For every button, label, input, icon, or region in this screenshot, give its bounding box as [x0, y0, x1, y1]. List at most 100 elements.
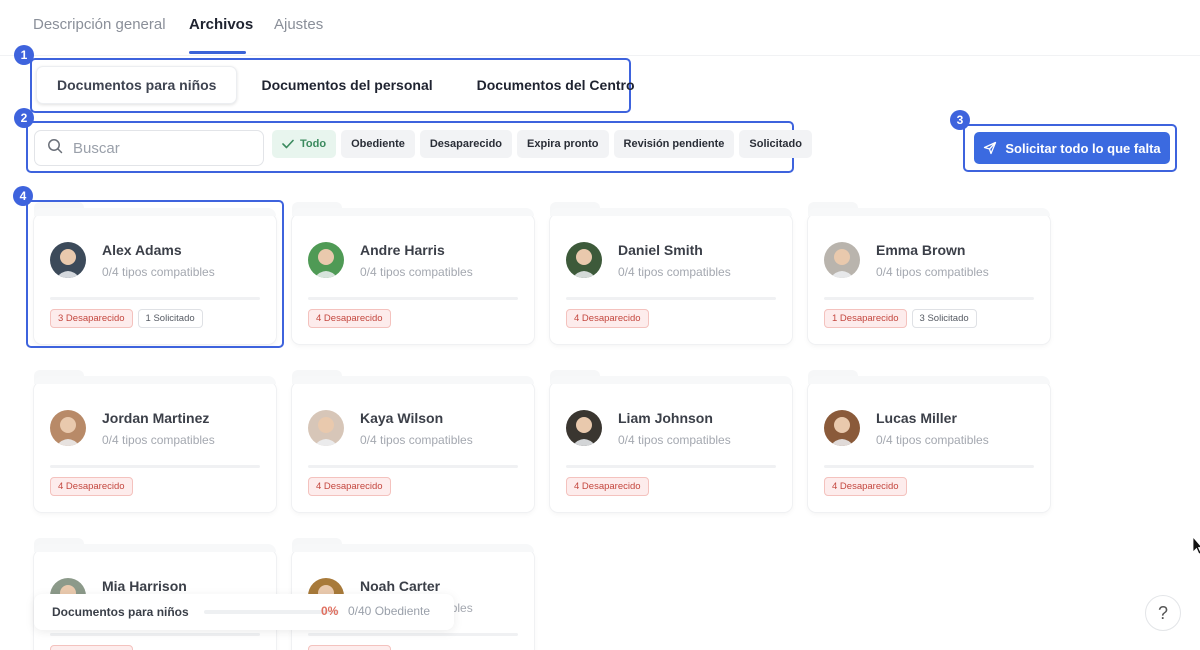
missing-badge[interactable]: 4 Desaparecido — [566, 309, 649, 328]
child-card[interactable]: Lucas Miller 0/4 tipos compatibles 4 Des… — [808, 370, 1050, 512]
child-card[interactable]: Kaya Wilson 0/4 tipos compatibles 4 Desa… — [292, 370, 534, 512]
card-progress-track — [824, 465, 1034, 468]
annotation-marker-2: 2 — [14, 108, 34, 128]
child-name: Mia Harrison — [102, 578, 187, 594]
card-progress-track — [308, 465, 518, 468]
status-badges: 4 Desaparecido — [308, 477, 391, 496]
request-all-missing-button[interactable]: Solicitar todo lo que falta — [974, 132, 1170, 164]
child-card[interactable]: Liam Johnson 0/4 tipos compatibles 4 Des… — [550, 370, 792, 512]
child-name: Andre Harris — [360, 242, 445, 258]
child-name: Noah Carter — [360, 578, 441, 594]
child-name: Jordan Martinez — [102, 410, 210, 426]
annotation-marker-3: 3 — [950, 110, 970, 130]
compatible-types: 0/4 tipos compatibles — [618, 433, 731, 447]
active-tab-underline — [189, 51, 246, 54]
missing-badge[interactable]: 4 Desaparecido — [50, 477, 133, 496]
missing-badge[interactable]: 4 Desaparecido — [50, 645, 133, 650]
compatible-types: 0/4 tipos compatibles — [618, 265, 731, 279]
card-progress-track — [566, 465, 776, 468]
tab-documentos-del-centro[interactable]: Documentos del Centro — [457, 66, 655, 104]
avatar — [566, 242, 602, 278]
card-body: Andre Harris 0/4 tipos compatibles 4 Des… — [292, 208, 534, 344]
missing-badge[interactable]: 4 Desaparecido — [824, 477, 907, 496]
child-card[interactable]: Emma Brown 0/4 tipos compatibles 1 Desap… — [808, 202, 1050, 344]
progress-label: Documentos para niños — [52, 605, 189, 619]
compatible-types: 0/4 tipos compatibles — [360, 433, 473, 447]
child-name: Kaya Wilson — [360, 410, 444, 426]
compatible-types: 0/4 tipos compatibles — [360, 265, 473, 279]
top-tabs: Descripción general Archivos Ajustes — [0, 0, 1200, 56]
card-progress-track — [824, 297, 1034, 300]
status-badges: 1 Desaparecido 3 Solicitado — [824, 309, 977, 328]
avatar — [566, 410, 602, 446]
filter-obediente[interactable]: Obediente — [341, 130, 415, 158]
missing-badge[interactable]: 4 Desaparecido — [308, 477, 391, 496]
tab-documentos-del-personal[interactable]: Documentos del personal — [241, 66, 452, 104]
annotation-frame-4 — [26, 200, 284, 348]
missing-badge[interactable]: 4 Desaparecido — [308, 309, 391, 328]
filter-todo-label: Todo — [300, 138, 327, 150]
missing-badge[interactable]: 4 Desaparecido — [308, 645, 391, 650]
tab-ajustes[interactable]: Ajustes — [274, 16, 323, 33]
status-badges: 4 Desaparecido — [50, 477, 133, 496]
tab-descripcion-general[interactable]: Descripción general — [33, 16, 166, 33]
filter-todo[interactable]: Todo — [272, 130, 337, 158]
progress-percent: 0% — [321, 604, 339, 618]
filter-revision-pendiente[interactable]: Revisión pendiente — [613, 130, 735, 158]
progress-bar — [204, 610, 339, 614]
card-progress-track — [50, 633, 260, 636]
document-category-tabs: Documentos para niños Documentos del per… — [36, 66, 655, 104]
card-body: Lucas Miller 0/4 tipos compatibles 4 Des… — [808, 376, 1050, 512]
request-all-missing-label: Solicitar todo lo que falta — [1005, 140, 1161, 156]
card-body: Liam Johnson 0/4 tipos compatibles 4 Des… — [550, 376, 792, 512]
avatar — [824, 242, 860, 278]
child-card[interactable]: Jordan Martinez 0/4 tipos compatibles 4 … — [34, 370, 276, 512]
progress-panel[interactable]: Documentos para niños 0% 0/40 Obediente — [34, 594, 454, 630]
annotation-marker-4: 4 — [13, 186, 33, 206]
card-body: Jordan Martinez 0/4 tipos compatibles 4 … — [34, 376, 276, 512]
requested-badge[interactable]: 3 Solicitado — [911, 309, 977, 328]
status-badges: 4 Desaparecido — [50, 645, 133, 650]
search-input[interactable] — [73, 139, 243, 157]
status-badges: 4 Desaparecido — [566, 477, 649, 496]
tab-archivos[interactable]: Archivos — [189, 16, 253, 33]
missing-badge[interactable]: 1 Desaparecido — [824, 309, 907, 328]
child-name: Emma Brown — [876, 242, 966, 258]
compatible-types: 0/4 tipos compatibles — [876, 265, 989, 279]
missing-badge[interactable]: 4 Desaparecido — [566, 477, 649, 496]
child-card[interactable]: Daniel Smith 0/4 tipos compatibles 4 Des… — [550, 202, 792, 344]
child-name: Liam Johnson — [618, 410, 713, 426]
child-name: Lucas Miller — [876, 410, 957, 426]
avatar — [308, 242, 344, 278]
status-filters: Todo Obediente Desaparecido Expira pront… — [272, 130, 812, 158]
avatar — [824, 410, 860, 446]
status-badges: 4 Desaparecido — [308, 309, 391, 328]
filter-desaparecido[interactable]: Desaparecido — [419, 130, 513, 158]
status-badges: 4 Desaparecido — [566, 309, 649, 328]
child-card[interactable]: Andre Harris 0/4 tipos compatibles 4 Des… — [292, 202, 534, 344]
card-body: Daniel Smith 0/4 tipos compatibles 4 Des… — [550, 208, 792, 344]
status-badges: 4 Desaparecido — [824, 477, 907, 496]
compatible-types: 0/4 tipos compatibles — [876, 433, 989, 447]
filter-expira-pronto[interactable]: Expira pronto — [517, 130, 609, 158]
status-badges: 4 Desaparecido — [308, 645, 391, 650]
filter-solicitado[interactable]: Solicitado — [739, 130, 812, 158]
progress-count: 0/40 Obediente — [348, 604, 431, 618]
card-body: Kaya Wilson 0/4 tipos compatibles 4 Desa… — [292, 376, 534, 512]
help-button[interactable]: ? — [1145, 595, 1181, 631]
search-icon — [47, 138, 63, 159]
send-icon — [984, 141, 997, 155]
card-progress-track — [308, 633, 518, 636]
avatar — [308, 410, 344, 446]
compatible-types: 0/4 tipos compatibles — [102, 433, 215, 447]
card-body: Emma Brown 0/4 tipos compatibles 1 Desap… — [808, 208, 1050, 344]
tab-documentos-para-ninos[interactable]: Documentos para niños — [36, 66, 238, 104]
avatar — [50, 410, 86, 446]
card-progress-track — [566, 297, 776, 300]
mouse-cursor-icon — [1192, 536, 1200, 555]
help-icon: ? — [1157, 602, 1168, 623]
card-progress-track — [308, 297, 518, 300]
check-icon — [282, 139, 294, 149]
child-name: Daniel Smith — [618, 242, 703, 258]
search-box[interactable] — [34, 130, 264, 166]
